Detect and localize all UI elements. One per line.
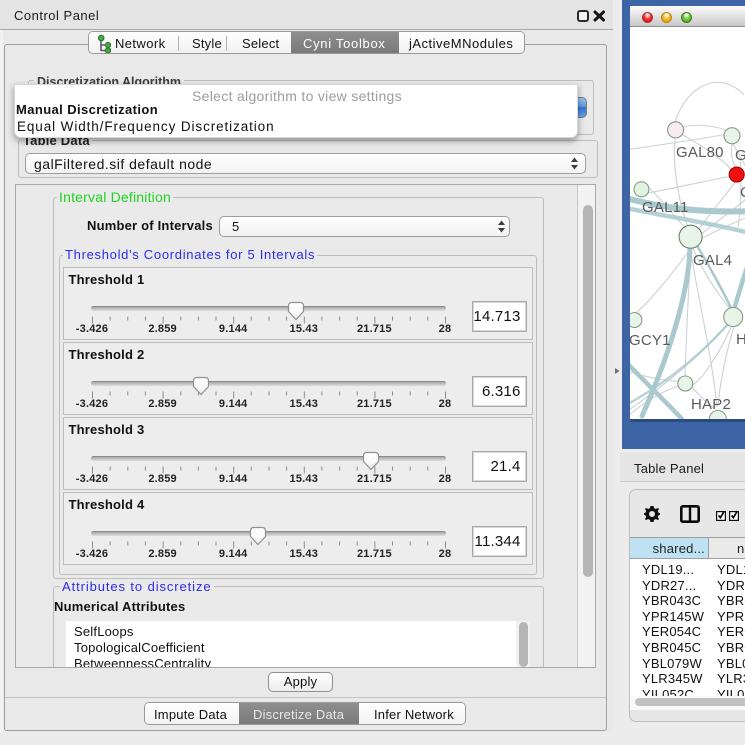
- svg-text:HAP2: HAP2: [691, 396, 731, 413]
- svg-text:G.: G.: [735, 147, 745, 164]
- svg-text:H: H: [736, 331, 745, 348]
- svg-text:C: C: [740, 184, 745, 201]
- svg-text:GAL11: GAL11: [642, 199, 689, 216]
- svg-text:GAL80: GAL80: [676, 144, 724, 161]
- svg-text:GCY1: GCY1: [630, 332, 671, 349]
- svg-text:GAL4: GAL4: [693, 252, 732, 269]
